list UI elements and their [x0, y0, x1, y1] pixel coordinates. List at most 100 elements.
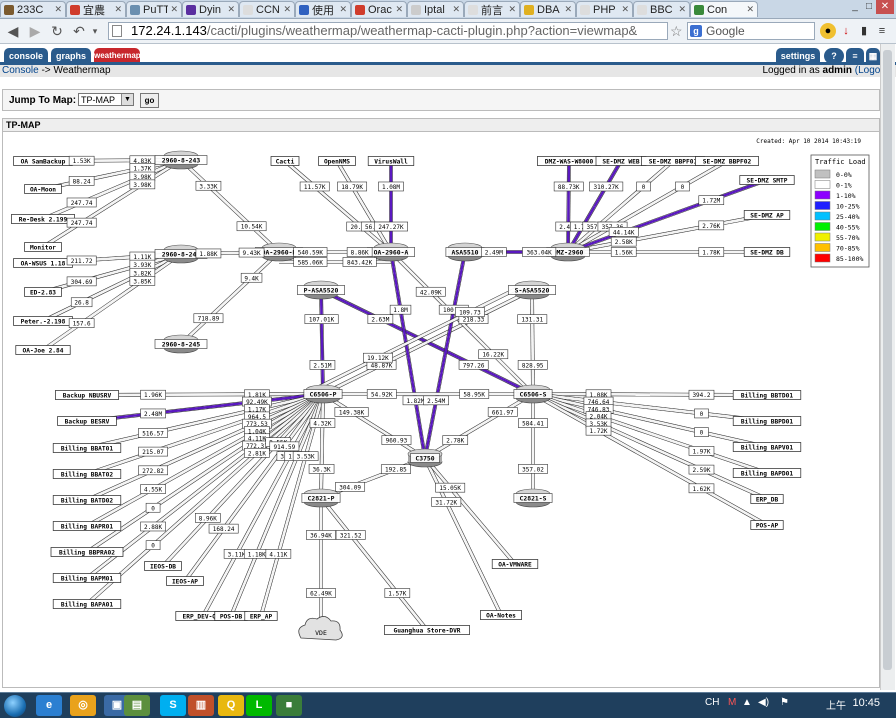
link-arrow[interactable]: [372, 564, 426, 632]
link-bandwidth-label[interactable]: 0: [636, 181, 651, 192]
link-bandwidth-label[interactable]: 828.95: [517, 360, 548, 370]
browser-tab[interactable]: PuTT ✕: [126, 1, 182, 17]
link-bandwidth-label[interactable]: 394.2: [688, 389, 715, 400]
node-backupbesrv[interactable]: Backup BESRV: [57, 416, 117, 426]
bookmark-star-icon[interactable]: ☆: [670, 23, 683, 40]
link-bandwidth-label[interactable]: 0: [675, 181, 690, 192]
link-bandwidth-label[interactable]: 1.96K: [140, 389, 166, 400]
link-bandwidth-label[interactable]: 1.88K: [195, 248, 222, 259]
node-asa5510[interactable]: ASA5510: [445, 242, 485, 262]
link-bandwidth-label[interactable]: 58.95K: [459, 389, 490, 399]
maximize-icon[interactable]: □: [862, 0, 876, 14]
link-bandwidth-label[interactable]: 584.41: [518, 418, 548, 428]
node-bbbtd01[interactable]: Billing BBTD01: [732, 390, 802, 400]
link-bandwidth-label[interactable]: 149.38K: [334, 407, 369, 417]
tab-close-icon[interactable]: ✕: [114, 4, 122, 15]
clock[interactable]: 10:45: [852, 697, 880, 709]
link-bandwidth-label[interactable]: 797.26: [458, 360, 489, 370]
node-erpdb[interactable]: ERP_DB: [750, 494, 784, 504]
link-bandwidth-label[interactable]: 4.11K: [265, 549, 292, 559]
link-bandwidth-label[interactable]: 661.97: [487, 407, 518, 417]
link-bandwidth-label[interactable]: 9.43K: [238, 247, 265, 258]
search-input[interactable]: Google: [687, 22, 815, 40]
browser-tab[interactable]: Orac ✕: [351, 1, 407, 17]
browser-tab[interactable]: 前言 ✕: [464, 1, 520, 17]
browser-tab[interactable]: Dyin ✕: [182, 1, 239, 17]
node-bbatd02[interactable]: Billing BATD02: [52, 495, 122, 505]
node-bbbpv01[interactable]: Billing BAPV01: [732, 442, 802, 452]
link-bandwidth-label[interactable]: 1.97K: [688, 446, 715, 456]
node-bbapr01[interactable]: Billing BAPR01: [52, 521, 122, 531]
tab-close-icon[interactable]: ✕: [54, 4, 62, 15]
link-bandwidth-label[interactable]: 3.33K: [195, 180, 222, 191]
link-bandwidth-label[interactable]: 3.82K: [129, 267, 156, 278]
node-bbpra02[interactable]: Billing BBPRA02: [50, 547, 124, 557]
link-bandwidth-label[interactable]: 247.74: [66, 197, 97, 208]
link-bandwidth-label[interactable]: 1.62K: [688, 483, 715, 494]
browser-tab[interactable]: 使用 ✕: [295, 1, 351, 17]
node-sedmzap[interactable]: SE-DMZ AP: [743, 210, 791, 220]
node-backupnbu[interactable]: Backup NBUSRV: [55, 390, 119, 400]
taskbar-app-icon[interactable]: ▥: [188, 695, 214, 716]
link-bandwidth-label[interactable]: 516.57: [138, 428, 168, 438]
link-bandwidth-label[interactable]: 1.56K: [610, 247, 637, 257]
link-bandwidth-label[interactable]: 1.57K: [384, 588, 411, 598]
link-bandwidth-label[interactable]: 0: [145, 502, 161, 513]
dropdown-icon[interactable]: ▾: [86, 22, 104, 40]
node-posdb[interactable]: POS-DB: [214, 611, 248, 621]
link-bandwidth-label[interactable]: 8.86K: [346, 247, 373, 257]
link-bandwidth-label[interactable]: 2.63M: [367, 314, 394, 324]
tab-close-icon[interactable]: ✕: [678, 4, 686, 15]
node-dmzwas[interactable]: DMZ-WAS-W8000: [537, 156, 601, 166]
taskbar-app-icon[interactable]: ■: [276, 695, 302, 716]
link-bandwidth-label[interactable]: 2.54M: [423, 395, 450, 406]
taskbar-app-icon[interactable]: ▤: [124, 695, 150, 716]
link-bandwidth-label[interactable]: 62.49K: [306, 588, 336, 598]
node-c6506p[interactable]: C6506-P: [303, 384, 343, 404]
link-bandwidth-label[interactable]: 2.76K: [698, 220, 725, 231]
reload-icon[interactable]: ↻: [48, 22, 66, 40]
browser-tab[interactable]: Iptal ✕: [407, 1, 464, 17]
link-bandwidth-label[interactable]: 88.73K: [553, 181, 584, 192]
browser-tab[interactable]: 233C ✕: [0, 1, 66, 17]
link-bandwidth-label[interactable]: 304.09: [335, 481, 366, 492]
link-bandwidth-label[interactable]: 109.73: [455, 307, 485, 317]
link-bandwidth-label[interactable]: 247.27K: [373, 221, 408, 232]
node-bbat01[interactable]: Billing BBAT01: [52, 443, 122, 453]
node-redesk[interactable]: Re-Desk 2.199: [11, 214, 75, 224]
link-bandwidth-label[interactable]: 1.53K: [68, 155, 95, 166]
link-bandwidth-label[interactable]: 321.52: [335, 530, 366, 540]
node-oavmware[interactable]: OA-VMWARE: [491, 559, 539, 569]
node-c2821s[interactable]: C2821-S: [513, 488, 553, 508]
address-bar[interactable]: 172.24.1.143/cacti/plugins/weathermap/we…: [108, 22, 668, 40]
node-sedmzbbpf02[interactable]: SE-DMZ BBPF02: [695, 156, 759, 166]
tray-mail-icon[interactable]: M: [728, 697, 736, 708]
tab-close-icon[interactable]: ✕: [227, 4, 235, 15]
node-ieosap[interactable]: IEOS-AP: [166, 576, 204, 586]
node-opennms[interactable]: OpenNMS: [318, 156, 356, 166]
node-c6506s[interactable]: C6506-S: [513, 384, 553, 404]
link-bandwidth-label[interactable]: 19.12K: [363, 352, 393, 363]
link-bandwidth-label[interactable]: 0: [694, 427, 709, 437]
link-bandwidth-label[interactable]: 914.59: [269, 441, 300, 452]
link-bandwidth-label[interactable]: 10.54K: [236, 221, 267, 232]
tray-volume-icon[interactable]: ◀): [758, 697, 769, 708]
link-bandwidth-label[interactable]: 192.85: [380, 464, 411, 475]
taskbar-app-icon[interactable]: e: [36, 695, 62, 716]
node-oajoe[interactable]: OA-Joe 2.84: [15, 345, 71, 355]
link-bandwidth-label[interactable]: 107.01K: [304, 314, 339, 324]
browser-tab[interactable]: Con ✕: [690, 1, 758, 17]
link-bandwidth-label[interactable]: 1.72M: [698, 195, 725, 205]
node-oawsus[interactable]: OA-WSUS 1.18: [13, 258, 73, 268]
link-bandwidth-label[interactable]: 2.59K: [688, 464, 715, 475]
node-peter[interactable]: Peter.-2.198: [13, 316, 73, 326]
link-bandwidth-label[interactable]: 42.09K: [415, 286, 446, 297]
node-bbat02[interactable]: Billing BBAT02: [52, 469, 122, 479]
go-button[interactable]: go: [140, 93, 159, 108]
link-bandwidth-label[interactable]: 272.82: [138, 465, 168, 476]
link-bandwidth-label[interactable]: 304.69: [66, 276, 97, 287]
link-bandwidth-label[interactable]: 585.06K: [293, 257, 328, 267]
link-bandwidth-label[interactable]: 18.79K: [337, 181, 368, 192]
link-bandwidth-label[interactable]: 1.78K: [698, 247, 725, 257]
link-bandwidth-label[interactable]: 215.07: [138, 446, 168, 457]
